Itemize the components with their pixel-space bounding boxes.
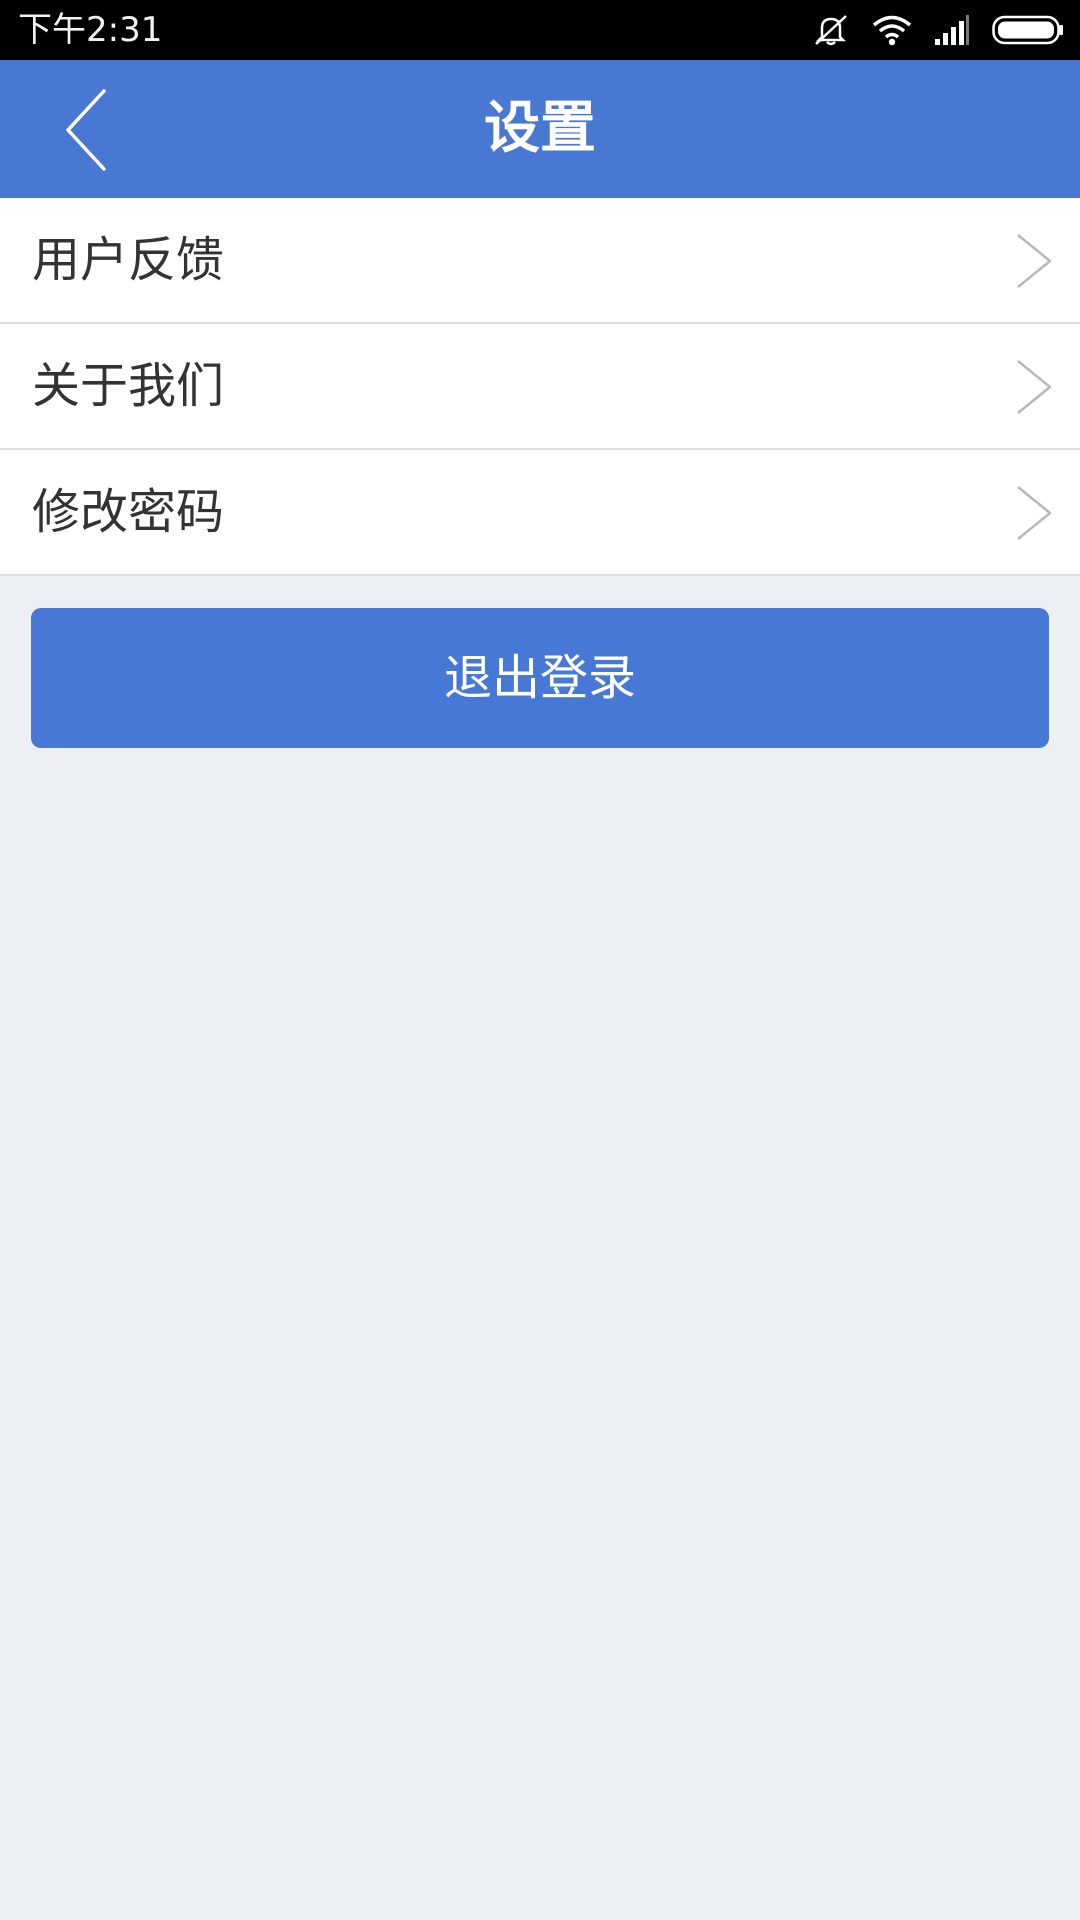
status-bar: 下午2:31 — [0, 0, 1080, 60]
back-arrow-icon — [66, 89, 106, 171]
signal-icon — [934, 15, 970, 45]
menu-item-change-password[interactable]: 修改密码 — [0, 450, 1080, 576]
mute-icon — [812, 13, 850, 47]
chevron-right-icon — [1017, 360, 1052, 414]
menu-item-label: 修改密码 — [32, 484, 225, 540]
logout-button[interactable]: 退出登录 — [31, 608, 1049, 748]
settings-menu: 用户反馈 关于我们 修改密码 — [0, 198, 1080, 576]
status-icons — [812, 0, 1064, 60]
menu-item-about-us[interactable]: 关于我们 — [0, 324, 1080, 450]
menu-item-label: 关于我们 — [32, 358, 225, 414]
page-title: 设置 — [484, 96, 596, 161]
battery-icon — [992, 15, 1064, 45]
wifi-icon — [872, 14, 912, 46]
app-bar: 设置 — [0, 60, 1080, 198]
status-time: 下午2:31 — [18, 10, 163, 50]
chevron-right-icon — [1017, 234, 1052, 288]
menu-item-feedback[interactable]: 用户反馈 — [0, 198, 1080, 324]
chevron-right-icon — [1017, 486, 1052, 540]
menu-item-label: 用户反馈 — [32, 232, 225, 288]
back-button[interactable] — [40, 80, 140, 180]
